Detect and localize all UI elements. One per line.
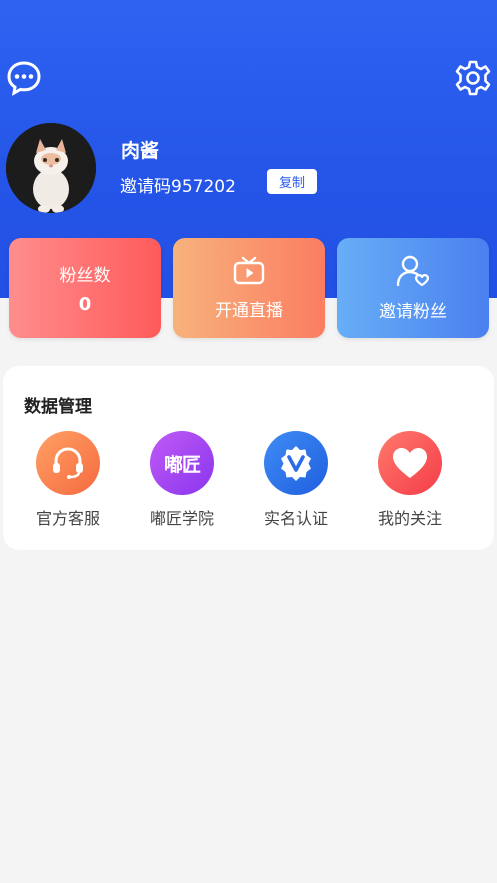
panel-title: 数据管理 <box>24 397 92 417</box>
real-name-verify-item[interactable]: 实名认证 <box>239 431 353 529</box>
open-live-label: 开通直播 <box>215 300 283 321</box>
tv-icon <box>232 256 266 290</box>
academy-item[interactable]: 嘟匠 嘟匠学院 <box>125 431 239 529</box>
headset-icon <box>36 431 100 495</box>
data-management-panel: 数据管理 官方客服 嘟匠 嘟匠学院 实名认证 我的关注 <box>3 366 494 550</box>
open-live-card[interactable]: 开通直播 <box>173 238 325 338</box>
user-name: 肉酱 <box>121 140 160 162</box>
invite-code: 邀请码957202 <box>120 177 236 197</box>
academy-logo-text: 嘟匠 <box>163 453 201 476</box>
gear-icon[interactable] <box>453 58 493 98</box>
my-follow-label: 我的关注 <box>377 509 442 528</box>
official-service-label: 官方客服 <box>35 509 100 528</box>
real-name-verify-label: 实名认证 <box>263 509 328 528</box>
user-heart-icon <box>395 255 431 291</box>
fans-label: 粉丝数 <box>59 266 111 286</box>
copy-button[interactable]: 复制 <box>267 169 317 194</box>
avatar[interactable] <box>6 123 96 213</box>
academy-label: 嘟匠学院 <box>149 509 214 528</box>
invite-fans-label: 邀请粉丝 <box>379 301 447 322</box>
my-follow-item[interactable]: 我的关注 <box>353 431 467 529</box>
fans-count: 0 <box>78 294 92 315</box>
heart-icon <box>378 431 442 495</box>
verified-badge-icon <box>264 431 328 495</box>
chat-bubble-icon[interactable] <box>4 58 44 98</box>
fans-card[interactable]: 粉丝数 0 <box>9 238 161 338</box>
academy-logo-icon: 嘟匠 <box>150 431 214 495</box>
official-service-item[interactable]: 官方客服 <box>11 431 125 529</box>
invite-fans-card[interactable]: 邀请粉丝 <box>337 238 489 338</box>
